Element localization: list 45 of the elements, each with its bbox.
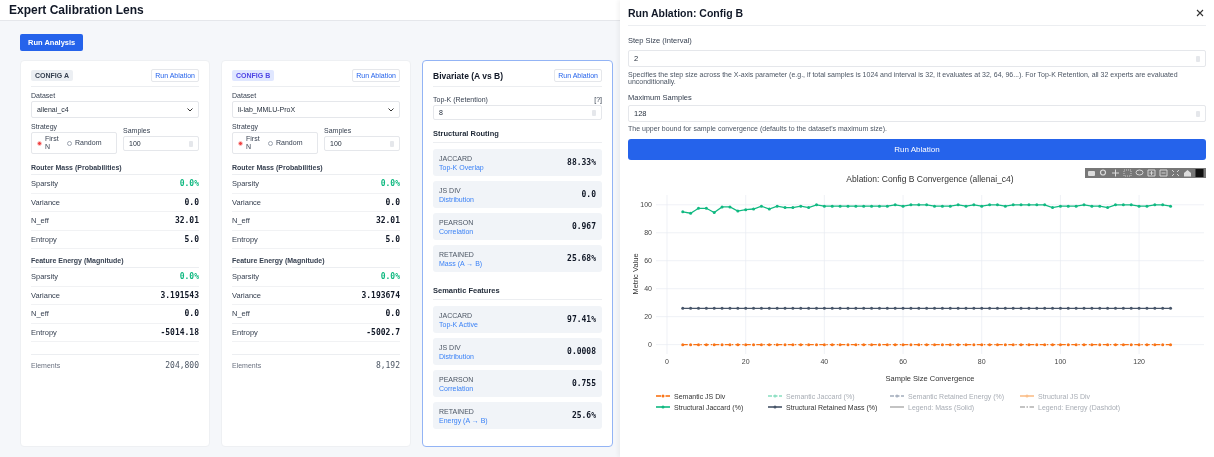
home-icon[interactable] [1183, 169, 1192, 177]
metric-value: 88.33% [567, 158, 596, 167]
metric-value: 0.0% [179, 272, 199, 282]
select-icon[interactable] [1123, 169, 1132, 177]
elements-value: 204,800 [165, 361, 199, 370]
pan-icon[interactable] [1111, 169, 1120, 177]
metric-value: 0.0 [385, 309, 400, 319]
elements-value: 8,192 [375, 361, 400, 370]
metric-value: 0.0% [380, 272, 400, 282]
metric-value: 97.41% [567, 315, 596, 324]
metric-value: 5.0 [184, 234, 199, 244]
panel-title: Run Ablation: Config B [628, 6, 744, 19]
chevron-icon [388, 107, 394, 112]
metric-value: 0.0 [184, 309, 199, 319]
metric-value: 0.967 [571, 222, 596, 231]
close-icon[interactable] [1196, 8, 1204, 17]
metric-value: 32.01 [375, 216, 400, 226]
metric-value: 3.193674 [361, 290, 400, 300]
metric-value: 0.0% [380, 179, 400, 189]
zoom-in-icon[interactable] [1147, 169, 1156, 177]
radio-button[interactable] [238, 140, 243, 146]
lasso-icon[interactable] [1135, 169, 1144, 177]
autoscale-icon[interactable] [1171, 169, 1180, 177]
metric-value: 0.0008 [567, 347, 596, 356]
metric-value: -5002.7 [366, 327, 400, 337]
radio-button[interactable] [37, 140, 42, 146]
zoom-out-icon[interactable] [1159, 169, 1168, 177]
chevron-icon [187, 107, 193, 112]
metric-value: 0.0% [179, 179, 199, 189]
card-title: Bivariate (A vs B) [433, 70, 504, 81]
camera-icon[interactable] [1087, 169, 1096, 177]
metric-value: 25.6% [571, 411, 596, 420]
metric-value: 32.01 [174, 216, 199, 226]
chart-title: Ablation: Config B Convergence (allenai_c4) [846, 174, 1014, 184]
metric-value: 0.0 [184, 197, 199, 207]
metric-value: 5.0 [385, 234, 400, 244]
zoom-icon[interactable] [1099, 169, 1108, 177]
metric-value: 0.0 [581, 190, 596, 199]
metric-value: 25.68% [567, 254, 596, 263]
run-ablation-button[interactable]: Run Ablation [628, 139, 1206, 160]
metric-value: 0.0 [385, 197, 400, 207]
metric-value: 0.755 [571, 379, 596, 388]
app-title: Expert Calibration Lens [9, 3, 144, 17]
metric-value: 3.191543 [160, 290, 199, 300]
metric-value: -5014.18 [160, 327, 199, 337]
